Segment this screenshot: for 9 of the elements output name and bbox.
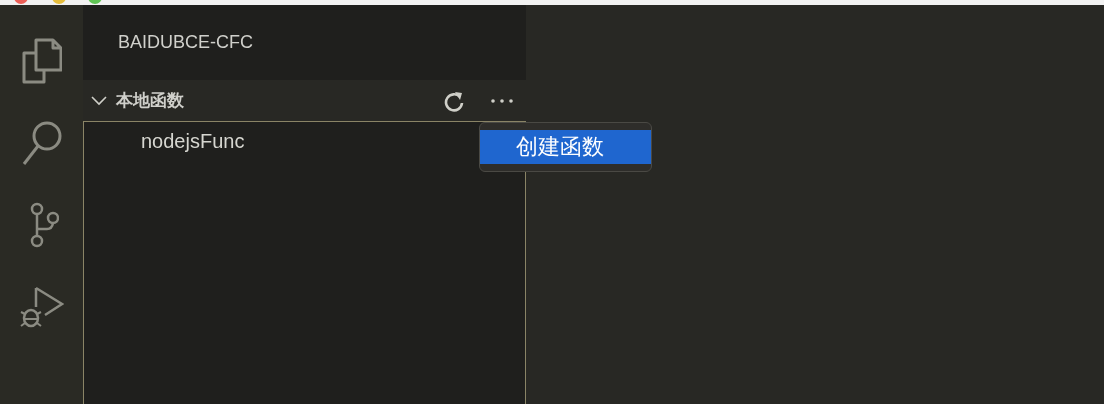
refresh-icon[interactable]	[443, 89, 465, 112]
menu-item[interactable]: 创建函数	[480, 130, 651, 164]
sidebar-title: BAIDUBCE-CFC	[118, 32, 253, 53]
chevron-icon[interactable]	[91, 95, 107, 106]
run-debug-icon[interactable]	[19, 284, 64, 330]
search-icon[interactable]	[20, 120, 63, 166]
section-title[interactable]: 本地函数	[116, 89, 184, 112]
files-icon[interactable]	[21, 38, 62, 84]
more-icon[interactable]	[490, 97, 514, 104]
